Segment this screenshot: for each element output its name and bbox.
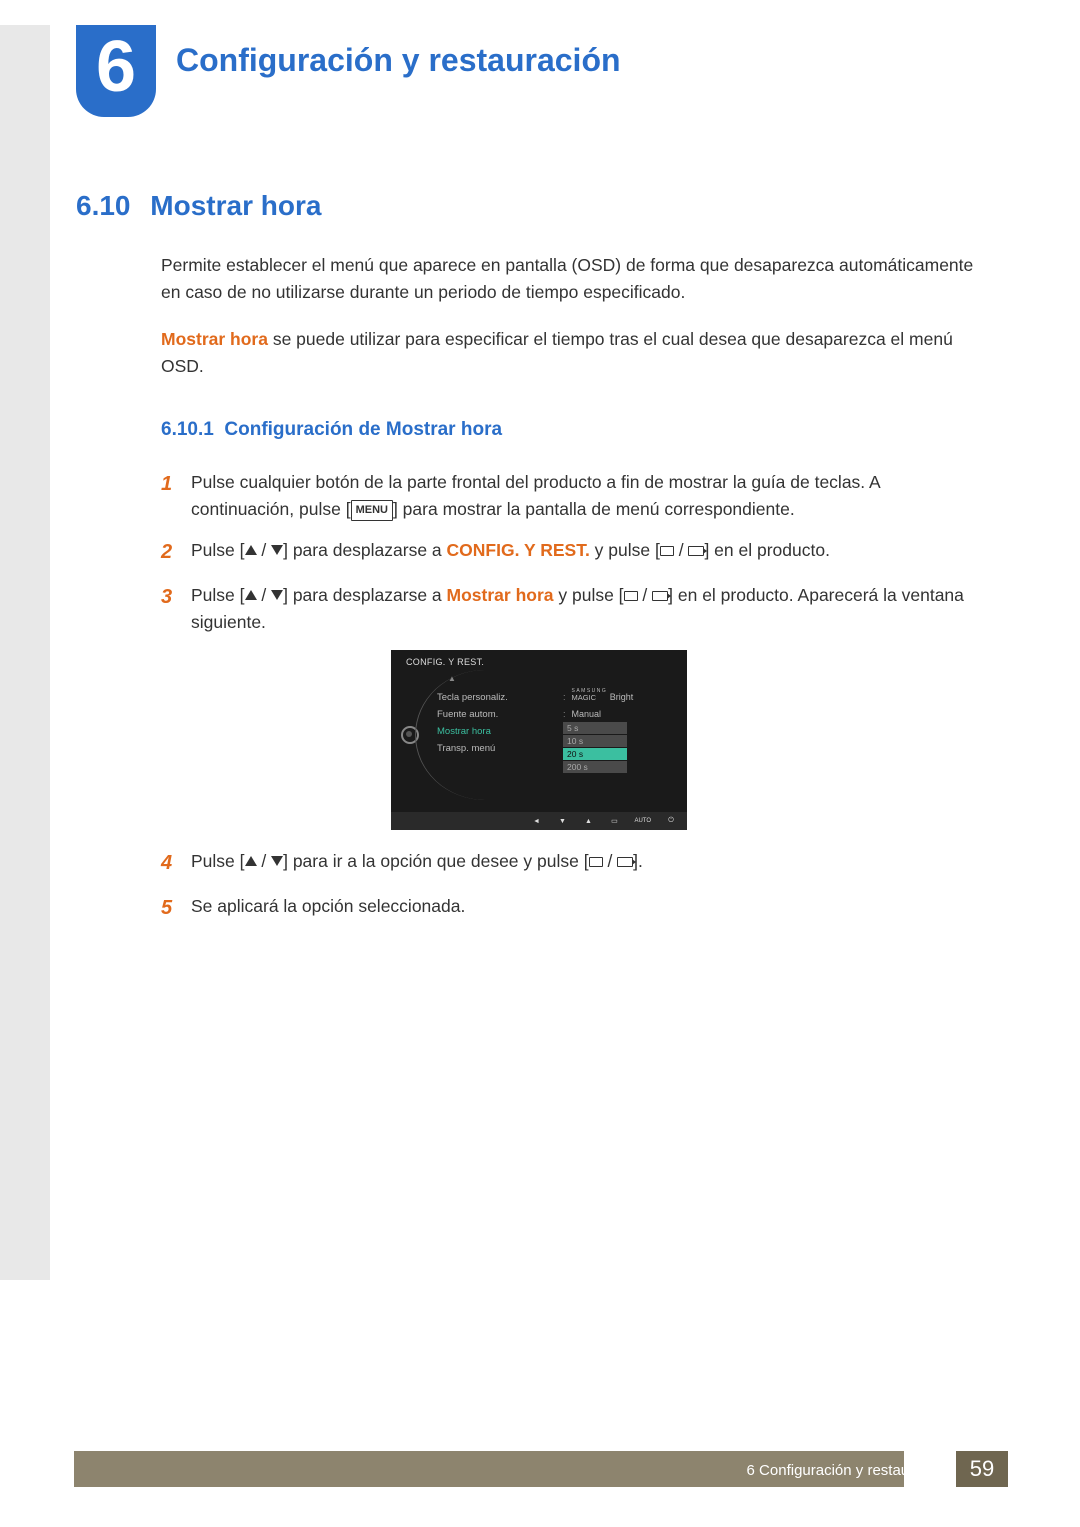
- osd-screenshot: CONFIG. Y REST. ▲ Tecla personaliz. Fuen…: [391, 650, 687, 830]
- enter-icon: [688, 546, 704, 556]
- osd-up-icon: ▲: [582, 816, 594, 826]
- osd-item: Fuente autom.: [437, 706, 508, 723]
- intro2-rest: se puede utilizar para especificar el ti…: [161, 329, 953, 376]
- footer-chapter-ref: 6 Configuración y restauración: [747, 1462, 950, 1479]
- osd-menu-list: Tecla personaliz. Fuente autom. Mostrar …: [437, 689, 508, 757]
- source-icon: [660, 546, 674, 556]
- source-icon: [589, 857, 603, 867]
- step-2: 2 Pulse [ / ] para desplazarse a CONFIG.…: [161, 537, 986, 568]
- section-heading: 6.10 Mostrar hora: [76, 190, 986, 222]
- subsection-heading: 6.10.1 Configuración de Mostrar hora: [161, 419, 986, 441]
- step3-target: Mostrar hora: [447, 585, 554, 605]
- intro-paragraph-1: Permite establecer el menú que aparece e…: [161, 252, 986, 306]
- enter-icon: [617, 857, 633, 867]
- up-arrow-icon: [245, 590, 257, 600]
- chapter-title: Configuración y restauración: [176, 42, 621, 79]
- osd-item: Tecla personaliz.: [437, 689, 508, 706]
- down-arrow-icon: [271, 545, 283, 555]
- osd-back-icon: ◄: [530, 816, 542, 826]
- up-arrow-icon: [245, 856, 257, 866]
- step-text: Pulse [ / ] para desplazarse a Mostrar h…: [191, 582, 986, 636]
- step-number: 5: [161, 893, 191, 924]
- osd-down-icon: ▼: [556, 816, 568, 826]
- down-arrow-icon: [271, 590, 283, 600]
- section-number: 6.10: [76, 190, 131, 221]
- side-margin-bar: [0, 25, 50, 1280]
- osd-bottom-bar: ◄ ▼ ▲ ▭ AUTO ⏻: [391, 812, 687, 830]
- osd-item-active: Mostrar hora: [437, 723, 508, 740]
- subsection-title: Configuración de Mostrar hora: [224, 419, 502, 440]
- step-list: 1 Pulse cualquier botón de la parte fron…: [161, 469, 986, 925]
- step-number: 2: [161, 537, 191, 568]
- osd-dropdown-option-selected: 20 s: [563, 748, 627, 760]
- osd-enter-icon: ▭: [608, 816, 620, 826]
- step-text: Se aplicará la opción seleccionada.: [191, 893, 986, 924]
- osd-title: CONFIG. Y REST.: [406, 657, 484, 667]
- page-content: 6.10 Mostrar hora Permite establecer el …: [76, 190, 986, 938]
- osd-auto-button: AUTO: [634, 816, 651, 826]
- step-5: 5 Se aplicará la opción seleccionada.: [161, 893, 986, 924]
- down-arrow-icon: [271, 856, 283, 866]
- menu-button-label: MENU: [351, 500, 393, 521]
- step-text: Pulse cualquier botón de la parte fronta…: [191, 469, 986, 523]
- subsection-number: 6.10.1: [161, 419, 214, 440]
- footer-page-number: 59: [956, 1451, 1008, 1487]
- intro-paragraph-2: Mostrar hora se puede utilizar para espe…: [161, 326, 986, 380]
- osd-values: :SAMSUNGMAGIC Bright :Manual: [563, 689, 633, 723]
- osd-dropdown-option: 200 s: [563, 761, 627, 773]
- intro2-highlight: Mostrar hora: [161, 329, 268, 349]
- enter-icon: [652, 591, 668, 601]
- step-text: Pulse [ / ] para desplazarse a CONFIG. Y…: [191, 537, 986, 568]
- osd-dropdown-option: 10 s: [563, 735, 627, 747]
- step2-target: CONFIG. Y REST.: [447, 540, 590, 560]
- step-text: Pulse [ / ] para ir a la opción que dese…: [191, 848, 986, 879]
- osd-value-row: :Manual: [563, 706, 633, 723]
- up-arrow-icon: [245, 545, 257, 555]
- step-number: 1: [161, 469, 191, 523]
- osd-dropdown: 5 s 10 s 20 s 200 s: [563, 722, 627, 774]
- step-number: 4: [161, 848, 191, 879]
- chapter-number-tab: 6: [76, 25, 156, 117]
- osd-power-icon: ⏻: [665, 816, 677, 826]
- step-3: 3 Pulse [ / ] para desplazarse a Mostrar…: [161, 582, 986, 636]
- source-icon: [624, 591, 638, 601]
- step-number: 3: [161, 582, 191, 636]
- step-4: 4 Pulse [ / ] para ir a la opción que de…: [161, 848, 986, 879]
- osd-dropdown-option: 5 s: [563, 722, 627, 734]
- section-title: Mostrar hora: [150, 190, 321, 221]
- osd-value-row: :SAMSUNGMAGIC Bright: [563, 689, 633, 706]
- osd-item: Transp. menú: [437, 740, 508, 757]
- step-1: 1 Pulse cualquier botón de la parte fron…: [161, 469, 986, 523]
